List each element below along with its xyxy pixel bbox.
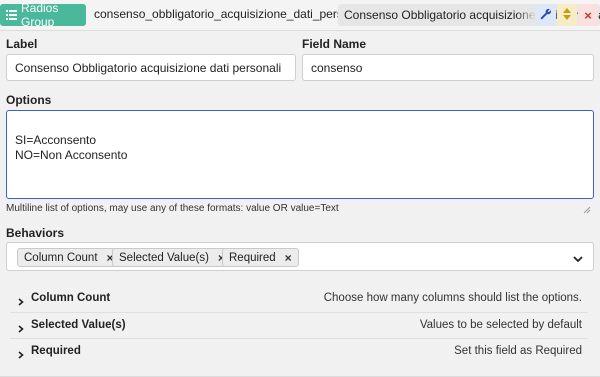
header-field-name: consenso_obbligatorio_acquisizione_dati_…	[94, 7, 369, 21]
list-icon	[6, 10, 17, 20]
behavior-tag-label: Column Count	[24, 251, 98, 264]
field-name-title: Field Name	[302, 37, 367, 51]
remove-tag-icon[interactable]: ×	[285, 251, 292, 265]
header-label-pill[interactable]: Consenso Obbligatorio acquisizione dati …	[338, 4, 600, 26]
accordion-title: Selected Value(s)	[31, 319, 126, 331]
accordion-description: Set this field as Required	[454, 345, 582, 357]
field-name-input[interactable]: consenso	[302, 54, 594, 81]
close-icon: ×	[584, 7, 592, 23]
field-name-input-value: consenso	[311, 60, 363, 75]
close-button[interactable]: ×	[578, 4, 598, 26]
behavior-tag: Column Count ×	[17, 248, 121, 267]
sort-button[interactable]	[557, 4, 577, 26]
label-fade	[516, 4, 536, 26]
options-textarea-value: SI=Acconsento NO=Non Acconsento	[15, 133, 128, 162]
label-title: Label	[6, 37, 38, 51]
chevron-right-icon	[18, 295, 24, 309]
label-input[interactable]: Consenso Obbligatorio acquisizione dati …	[6, 54, 296, 81]
behavior-tag: Required ×	[222, 248, 299, 267]
behavior-tag-label: Required	[229, 251, 276, 264]
accordion-column-count[interactable]: Column Count Choose how many columns sho…	[10, 286, 588, 312]
wrench-icon	[540, 8, 552, 23]
behavior-tag-label: Selected Value(s)	[119, 251, 209, 264]
accordion-title: Column Count	[31, 292, 111, 304]
resize-grip-icon[interactable]	[583, 188, 591, 214]
chevron-right-icon	[18, 348, 24, 362]
accordion-title: Required	[31, 345, 81, 357]
label-input-value: Consenso Obbligatorio acquisizione dati …	[15, 60, 282, 75]
field-type-badge[interactable]: Radios Group	[0, 1, 86, 29]
options-hint: Multiline list of options, may use any o…	[6, 203, 339, 214]
sort-icon	[563, 7, 571, 23]
behaviors-title: Behaviors	[6, 226, 65, 240]
chevron-right-icon	[18, 322, 24, 336]
options-title: Options	[6, 93, 52, 107]
edit-button[interactable]	[536, 4, 556, 26]
field-type-label: Radios Group	[21, 1, 59, 29]
accordion-selected-values[interactable]: Selected Value(s) Values to be selected …	[10, 312, 588, 338]
accordion-description: Choose how many columns should list the …	[323, 292, 582, 304]
chevron-down-icon[interactable]	[573, 252, 583, 266]
options-textarea[interactable]: SI=Acconsento NO=Non Acconsento	[6, 110, 594, 214]
field-header: Radios Group consenso_obbligatorio_acqui…	[0, 0, 600, 31]
accordion-description: Values to be selected by default	[419, 319, 582, 331]
behaviors-multiselect[interactable]: Column Count × Selected Value(s) × Requi…	[6, 242, 594, 271]
accordion-required[interactable]: Required Set this field as Required	[10, 338, 588, 364]
field-settings-panel: Label Consenso Obbligatorio acquisizione…	[0, 31, 600, 377]
behavior-tag: Selected Value(s) ×	[112, 248, 232, 267]
